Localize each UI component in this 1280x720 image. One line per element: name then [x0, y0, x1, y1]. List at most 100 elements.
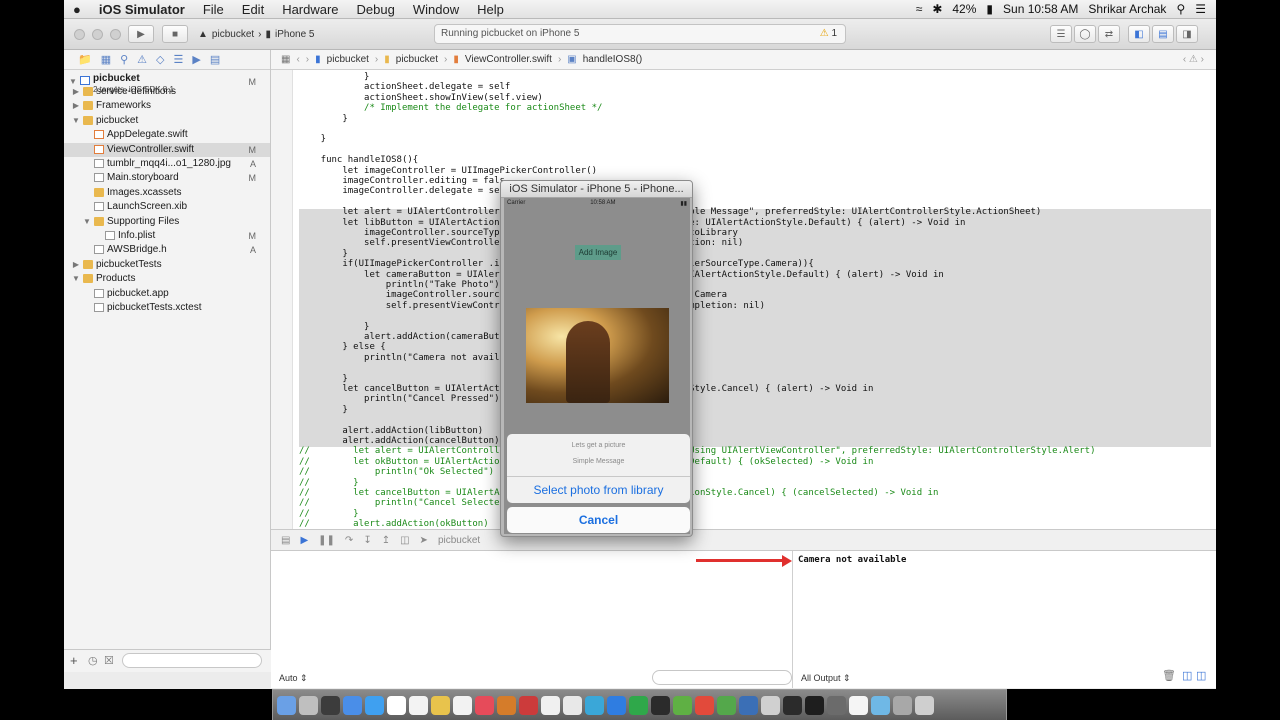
issue-icon[interactable]: ⚠ [137, 53, 147, 66]
window-zoom-button[interactable] [110, 29, 121, 40]
dock-app-icon[interactable] [409, 695, 428, 715]
disclosure-open-icon[interactable]: ▼ [71, 114, 81, 128]
trash-icon[interactable]: 🗑 [1162, 669, 1176, 682]
navigator-item[interactable]: Info.plist M [64, 229, 270, 243]
menu-hardware[interactable]: Hardware [273, 2, 347, 17]
menubar-clock[interactable]: Sun 10:58 AM [1003, 2, 1078, 16]
disclosure-open-icon[interactable]: ▼ [82, 215, 92, 229]
variables-filter-input[interactable] [652, 670, 792, 685]
dock-app-icon[interactable] [871, 695, 890, 715]
hide-debug-area-icon[interactable]: ▤ [281, 535, 290, 546]
dock-app-icon[interactable] [563, 695, 582, 715]
window-close-button[interactable] [74, 29, 85, 40]
warning-count[interactable]: ⚠ 1 [820, 28, 837, 39]
navigator-item[interactable]: Images.xcassets [64, 186, 270, 200]
dock-app-icon[interactable] [827, 695, 846, 715]
device-screen[interactable]: Carrier 10:58 AM ▮▮ Add Image Lets get a… [504, 198, 690, 534]
editor-gutter[interactable] [271, 70, 293, 529]
output-selector[interactable]: All Output ⇕ [801, 669, 851, 687]
menu-debug[interactable]: Debug [348, 2, 404, 17]
dock-app-icon[interactable] [497, 695, 516, 715]
split-left-icon[interactable]: ◫ [1182, 669, 1192, 682]
add-icon[interactable]: + [70, 653, 78, 668]
dock-app-icon[interactable] [717, 695, 736, 715]
forward-icon[interactable]: › [306, 54, 309, 65]
navigator-item[interactable]: ▶ picbucketTests [64, 258, 270, 272]
related-items-icon[interactable]: ▦ [281, 54, 290, 65]
console-view[interactable] [793, 551, 1216, 688]
log-icon[interactable]: ▤ [210, 53, 220, 66]
dock-app-icon[interactable] [783, 695, 802, 715]
assistant-editor-button[interactable]: ◯ [1074, 25, 1096, 43]
navigator-item[interactable]: picbucketTests.xctest [64, 301, 270, 315]
dock-app-icon[interactable] [343, 695, 362, 715]
disclosure-closed-icon[interactable]: ▶ [71, 85, 81, 99]
dock-app-icon[interactable] [629, 695, 648, 715]
symbol-icon[interactable]: ▦ [101, 53, 111, 66]
menu-window[interactable]: Window [404, 2, 468, 17]
location-icon[interactable]: ➤ [420, 535, 428, 546]
navigator-item[interactable]: Main.storyboard M [64, 171, 270, 185]
crumb-method[interactable]: handleIOS8() [583, 54, 642, 65]
dock-app-icon[interactable] [651, 695, 670, 715]
spotlight-search-icon[interactable]: ⚲ [1176, 2, 1185, 16]
issue-nav-icon[interactable]: ‹ ⚠ › [1183, 54, 1204, 65]
variables-view[interactable] [271, 551, 793, 688]
variables-scope-selector[interactable]: Auto ⇕ [279, 669, 308, 687]
cancel-button[interactable]: Cancel [507, 507, 690, 533]
select-photo-button[interactable]: Select photo from library [507, 477, 690, 503]
scm-filter-icon[interactable]: ☒ [104, 654, 114, 667]
toggle-debug-area-button[interactable]: ▤ [1152, 25, 1174, 43]
dock-app-icon[interactable] [893, 695, 912, 715]
navigator-item[interactable]: ▼ picbucket [64, 114, 270, 128]
dock-app-icon[interactable] [695, 695, 714, 715]
dock-app-icon[interactable] [607, 695, 626, 715]
add-image-button[interactable]: Add Image [575, 245, 621, 260]
crumb-project[interactable]: picbucket [327, 54, 369, 65]
stop-button[interactable]: ■ [162, 25, 188, 43]
app-menu[interactable]: iOS Simulator [90, 2, 194, 17]
navigator-item[interactable]: ▼ Supporting Files [64, 215, 270, 229]
dock-app-icon[interactable] [585, 695, 604, 715]
disclosure-closed-icon[interactable]: ▶ [71, 258, 81, 272]
step-over-icon[interactable]: ↷ [345, 535, 353, 546]
pause-icon[interactable]: ❚❚ [318, 535, 335, 546]
recent-icon[interactable]: ◷ [88, 654, 98, 667]
navigator-item[interactable]: AppDelegate.swift [64, 128, 270, 142]
test-icon[interactable]: ◇ [156, 53, 164, 66]
scheme-selector[interactable]: ▲ picbucket › ▮ iPhone 5 [198, 25, 328, 43]
notification-center-icon[interactable]: ☰ [1195, 2, 1206, 16]
dock-app-icon[interactable] [541, 695, 560, 715]
view-debug-icon[interactable]: ◫ [400, 535, 409, 546]
menu-edit[interactable]: Edit [233, 2, 273, 17]
navigator-item[interactable]: ViewController.swift M [64, 142, 270, 157]
menu-help[interactable]: Help [468, 2, 513, 17]
dock-app-icon[interactable] [321, 695, 340, 715]
battery-icon[interactable]: ▮ [986, 2, 993, 16]
navigator-filter-input[interactable] [122, 653, 262, 668]
dock-app-icon[interactable] [387, 695, 406, 715]
window-minimize-button[interactable] [92, 29, 103, 40]
disclosure-open-icon[interactable]: ▼ [71, 272, 81, 286]
dock-app-icon[interactable] [277, 695, 296, 715]
navigator-item[interactable]: LaunchScreen.xib [64, 200, 270, 214]
navigator-item[interactable]: picbucket.app [64, 287, 270, 301]
bluetooth-icon[interactable]: ✱ [932, 2, 942, 16]
crumb-file[interactable]: ViewController.swift [465, 54, 552, 65]
battery-percent[interactable]: 42% [952, 2, 976, 16]
navigator-item[interactable]: AWSBridge.h A [64, 243, 270, 257]
simulator-title[interactable]: iOS Simulator - iPhone 5 - iPhone... [501, 181, 692, 198]
source-editor[interactable]: } actionSheet.delegate = self actionShee… [271, 70, 1216, 529]
dock-app-icon[interactable] [915, 695, 934, 715]
user-name[interactable]: Shrikar Archak [1088, 2, 1166, 16]
dock-app-icon[interactable] [849, 695, 868, 715]
dock-app-icon[interactable] [453, 695, 472, 715]
dock-app-icon[interactable] [519, 695, 538, 715]
breakpoint-icon[interactable]: ▶ [192, 53, 200, 66]
navigator-item[interactable]: ▶ service-definitions [64, 85, 270, 99]
wifi-icon[interactable]: ≈ [916, 2, 923, 16]
menu-file[interactable]: File [194, 2, 233, 17]
toggle-utilities-button[interactable]: ◨ [1176, 25, 1198, 43]
navigator-item[interactable]: tumblr_mqq4i...o1_1280.jpg A [64, 157, 270, 171]
navigator-item[interactable]: ▼ Products [64, 272, 270, 286]
